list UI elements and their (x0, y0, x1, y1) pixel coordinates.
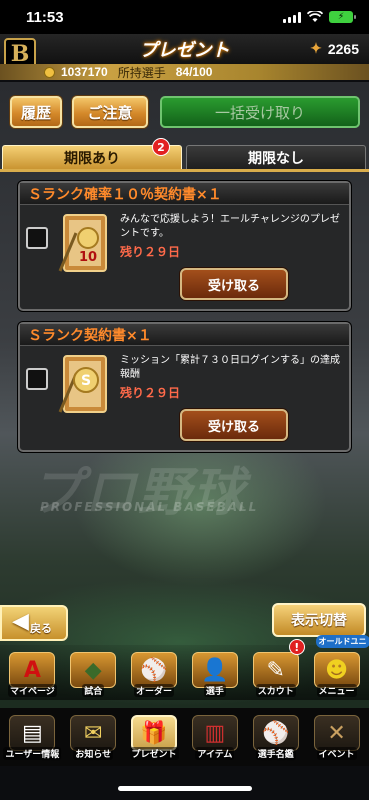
nav-label: メニュー (316, 684, 357, 697)
info-bar: 1037170 所持選手 84/100 (0, 64, 369, 80)
player-directory-icon: ⚾ (252, 715, 299, 751)
nav-mypage[interactable]: A マイページ (3, 645, 61, 697)
nav-menu[interactable]: ☻ メニュー オールドユニ (308, 635, 369, 697)
items-icon: ▥ (191, 715, 238, 751)
scout-alert-badge: ! (288, 639, 305, 655)
present-checkbox[interactable] (26, 227, 48, 249)
nav-label: ユーザー情報 (3, 747, 62, 760)
status-time: 11:53 (26, 8, 64, 26)
present-remaining: 残り２９日 (120, 245, 181, 259)
nav-label: 試合 (82, 684, 105, 697)
tab-badge: 2 (152, 138, 170, 156)
mypage-icon: A (9, 652, 56, 688)
present-card: Ｓランク契約書×１ S ミッション「累計７３０日ログインする」の達成報酬 残り２… (18, 322, 351, 452)
notice-button[interactable]: ご注意 (72, 96, 148, 128)
nav-label: オーダー (134, 684, 175, 697)
contract-icon-label: 10 (79, 250, 97, 265)
present-checkbox[interactable] (26, 368, 48, 390)
sub-nav: ▤ ユーザー情報 ✉ お知らせ 🎁 プレゼント ▥ アイテム ⚾ 選手名鑑 ✕ … (0, 708, 369, 766)
signal-icon (283, 11, 301, 23)
event-icon: ✕ (313, 715, 360, 751)
receive-button[interactable]: 受け取る (180, 268, 288, 300)
history-button[interactable]: 履歴 (10, 96, 62, 128)
user-info-icon: ▤ (9, 715, 56, 751)
medal-icon: ✦ (310, 40, 322, 56)
background-sub-text: PROFESSIONAL BASEBALL (40, 500, 259, 514)
contract-icon-label: S (81, 373, 91, 389)
nav-game[interactable]: ◆ 試合 (64, 645, 122, 697)
back-arrow-icon: ◀ (12, 609, 29, 634)
points-value: 2265 (327, 40, 359, 57)
nav-user-info[interactable]: ▤ ユーザー情報 (3, 708, 62, 760)
nav-players[interactable]: 👤 選手 (186, 645, 244, 697)
game-icon: ◆ (70, 652, 117, 688)
nav-label: スカウト (255, 684, 296, 697)
owned-players-label: 所持選手 (117, 65, 166, 80)
contract-icon: S (58, 355, 107, 413)
nav-items[interactable]: ▥ アイテム (186, 708, 244, 760)
menu-icon: ☻ (313, 652, 360, 688)
nav-scout[interactable]: ✎ スカウト ! (247, 639, 305, 697)
receive-button[interactable]: 受け取る (180, 409, 288, 441)
nav-event[interactable]: ✕ イベント (308, 708, 366, 760)
back-button-label: 戻る (30, 622, 52, 635)
status-bar: 11:53 ⚡ (0, 0, 369, 34)
nav-present[interactable]: 🎁 プレゼント (125, 708, 183, 760)
nav-label: お知らせ (73, 747, 114, 760)
main-nav: A マイページ ◆ 試合 ⚾ オーダー 👤 選手 ✎ スカウト ! ☻ メニュー… (0, 635, 369, 700)
coin-icon (44, 66, 55, 78)
nav-order[interactable]: ⚾ オーダー (125, 645, 183, 697)
nav-player-directory[interactable]: ⚾ 選手名鑑 (247, 708, 305, 760)
view-switch-button[interactable]: 表示切替 (272, 603, 366, 637)
players-icon: 👤 (191, 652, 238, 688)
nav-label: 選手名鑑 (255, 747, 296, 760)
present-title: Ｓランク確率１０％契約書×１ (20, 183, 349, 205)
present-icon: 🎁 (131, 715, 178, 751)
nav-label: プレゼント (129, 747, 179, 760)
tab-underline (0, 169, 369, 172)
nav-label: イベント (316, 747, 357, 760)
battery-icon: ⚡ (329, 11, 356, 23)
present-description: みんなで応援しよう！エールチャレンジのプレゼントです。 (120, 214, 340, 239)
tab-no-deadline[interactable]: 期限なし (186, 145, 366, 170)
order-icon: ⚾ (131, 652, 178, 688)
nav-label: マイページ (7, 684, 57, 697)
nav-label: 選手 (203, 684, 226, 697)
owned-players-count: 84/100 (175, 65, 213, 79)
nav-label: アイテム (195, 747, 235, 760)
contract-icon: 10 (58, 214, 107, 272)
present-title: Ｓランク契約書×１ (20, 324, 349, 346)
present-remaining: 残り２９日 (120, 386, 181, 400)
home-indicator[interactable] (118, 786, 252, 791)
menu-tag: オールドユニ (315, 635, 369, 648)
nav-news[interactable]: ✉ お知らせ (64, 708, 122, 760)
coin-value: 1037170 (61, 65, 108, 79)
scout-icon: ✎ (252, 652, 299, 688)
points-display: ✦ 2265 (310, 40, 359, 57)
present-card: Ｓランク確率１０％契約書×１ 10 みんなで応援しよう！エールチャレンジのプレゼ… (18, 181, 351, 311)
news-icon: ✉ (70, 715, 117, 751)
receive-all-button[interactable]: 一括受け取り (160, 96, 360, 128)
back-button[interactable]: ◀ 戻る (0, 605, 68, 641)
wifi-icon (307, 11, 323, 22)
present-description: ミッション「累計７３０日ログインする」の達成報酬 (120, 355, 340, 380)
